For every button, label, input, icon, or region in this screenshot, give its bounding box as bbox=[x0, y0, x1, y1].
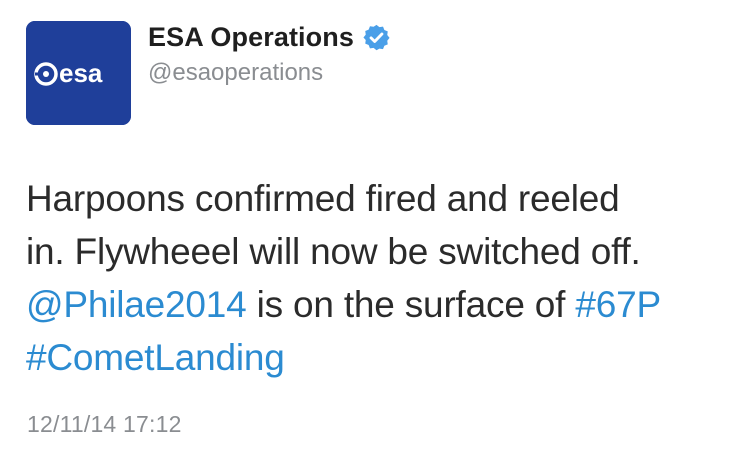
tweet-card: esa ESA Operations @esaoperations Harpoo… bbox=[0, 0, 750, 459]
esa-logo-icon: esa bbox=[26, 21, 131, 125]
avatar[interactable]: esa bbox=[26, 21, 131, 125]
tweet-timestamp[interactable]: 12/11/14 17:12 bbox=[27, 411, 182, 438]
user-handle[interactable]: @esaoperations bbox=[148, 58, 391, 88]
display-name[interactable]: ESA Operations bbox=[148, 22, 354, 53]
verified-badge-icon bbox=[363, 24, 390, 50]
tweet-text: Harpoons confirmed fired and reeled in. … bbox=[26, 172, 742, 384]
mention-link[interactable]: @Philae2014 bbox=[26, 284, 247, 325]
tweet-text-line: @Philae2014 is on the surface of #67P bbox=[26, 278, 742, 331]
display-name-row: ESA Operations bbox=[148, 16, 391, 58]
tweet-text-line: in. Flywheeel will now be switched off. bbox=[26, 231, 641, 272]
hashtag-link[interactable]: #CometLanding bbox=[26, 337, 285, 378]
tweet-text-line: Harpoons confirmed fired and reeled bbox=[26, 178, 620, 219]
tweet-text-fragment: is on the surface of bbox=[246, 284, 576, 325]
tweet-text-line: #CometLanding bbox=[26, 331, 742, 384]
avatar-logo-text: esa bbox=[59, 58, 103, 88]
tweet-header: ESA Operations @esaoperations bbox=[148, 16, 391, 88]
hashtag-link[interactable]: #67P bbox=[575, 284, 661, 325]
